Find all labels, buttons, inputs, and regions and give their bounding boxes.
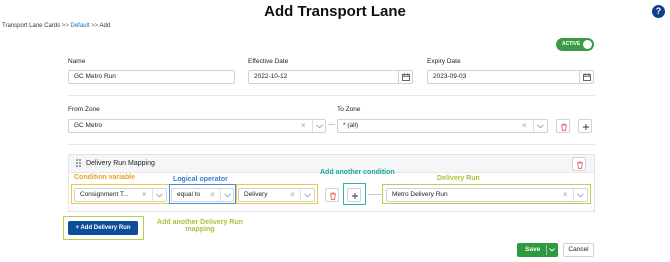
expiry-date-value: 2023-09-03 [433, 73, 467, 80]
clear-icon[interactable]: × [522, 120, 527, 132]
to-zone-value: * (all) [343, 122, 359, 129]
effective-date-input[interactable]: 2022-10-12 [248, 70, 413, 84]
trash-icon [577, 161, 583, 169]
delivery-run-value: Metro Delivery Run [392, 191, 448, 198]
annotation-add-delivery-run: Add another Delivery Run mapping [150, 219, 250, 233]
calendar-icon[interactable] [398, 71, 412, 83]
connector-line [368, 194, 382, 195]
trash-icon [561, 123, 567, 131]
from-zone-select[interactable]: GC Metro × [68, 119, 326, 133]
chevron-down-icon[interactable] [312, 120, 325, 132]
name-input[interactable]: GC Metro Run [68, 70, 235, 84]
effective-date-label: Effective Date [248, 58, 289, 65]
delivery-run-select[interactable]: Metro Delivery Run × [386, 188, 588, 202]
chevron-down-icon[interactable] [152, 189, 166, 201]
clear-icon[interactable]: × [142, 189, 147, 201]
breadcrumb-separator: >> [61, 23, 69, 29]
annotation-delivery-run: Delivery Run [437, 175, 480, 182]
add-condition-button[interactable] [347, 188, 361, 202]
clear-icon[interactable]: × [301, 120, 306, 132]
from-zone-label: From Zone [68, 106, 100, 113]
annotation-add-delivery-run-line2: mapping [185, 226, 215, 233]
chevron-down-icon[interactable] [300, 189, 314, 201]
plus-icon: + [75, 225, 80, 231]
chevron-down-icon[interactable] [533, 120, 547, 132]
delete-condition-button[interactable] [325, 188, 339, 202]
condition-value-select[interactable]: Delivery × [238, 188, 315, 202]
section-divider [68, 95, 595, 96]
to-zone-select[interactable]: * (all) × [337, 119, 548, 133]
name-label: Name [68, 58, 86, 65]
to-zone-label: To Zone [337, 106, 361, 113]
from-zone-value: GC Metro [74, 122, 103, 129]
delete-zone-button[interactable] [556, 119, 570, 133]
split-divider [546, 245, 547, 255]
expiry-date-input[interactable]: 2023-09-03 [427, 70, 594, 84]
trash-icon [330, 192, 336, 200]
condition-variable-value: Consignment T... [80, 191, 129, 198]
page-title: Add Transport Lane [264, 3, 406, 20]
chevron-down-icon[interactable] [549, 248, 555, 252]
breadcrumb: Transport Lane Cards >> Default >> Add [2, 23, 110, 29]
expiry-date-label: Expiry Date [427, 58, 461, 65]
clear-icon[interactable]: × [290, 189, 295, 201]
drag-handle-icon[interactable] [76, 159, 81, 169]
annotation-add-delivery-run-line1: Add another Delivery Run [157, 219, 243, 226]
condition-value: Delivery [244, 191, 268, 198]
effective-date-value: 2022-10-12 [254, 73, 288, 80]
section-divider [68, 144, 595, 145]
calendar-icon[interactable] [579, 71, 593, 83]
condition-variable-select[interactable]: Consignment T... × [74, 188, 167, 202]
chevron-down-icon[interactable] [573, 189, 587, 201]
cancel-button[interactable]: Cancel [563, 243, 594, 257]
annotation-logical-operator: Logical operator [173, 176, 228, 183]
breadcrumb-separator: >> [91, 23, 99, 29]
delete-mapping-button[interactable] [572, 157, 586, 171]
add-zone-button[interactable] [578, 119, 592, 133]
annotation-add-condition: Add another condition [320, 169, 395, 176]
clear-icon[interactable]: × [563, 189, 568, 201]
annotation-condition-variable: Condition variable [74, 174, 136, 181]
breadcrumb-current: Add [99, 23, 111, 29]
toggle-knob [583, 40, 592, 49]
chevron-down-icon[interactable] [220, 189, 233, 201]
save-button[interactable]: Save [517, 243, 558, 257]
mapping-title: Delivery Run Mapping [86, 160, 155, 167]
clear-icon[interactable]: × [210, 189, 215, 201]
plus-icon [583, 124, 589, 130]
add-delivery-run-label: Add Delivery Run [80, 225, 131, 231]
breadcrumb-default-link[interactable]: Default [71, 23, 90, 29]
save-label: Save [525, 246, 541, 253]
logical-operator-select[interactable]: equal to × [171, 188, 234, 202]
help-icon[interactable]: ? [652, 5, 665, 18]
logical-operator-value: equal to [177, 191, 201, 198]
plus-icon [352, 193, 358, 199]
active-toggle-label: ACTIVE [562, 41, 581, 47]
active-toggle[interactable]: ACTIVE [556, 38, 594, 51]
zone-separator: — [328, 121, 335, 128]
breadcrumb-root[interactable]: Transport Lane Cards [2, 23, 60, 29]
add-delivery-run-button[interactable]: + Add Delivery Run [68, 221, 138, 235]
